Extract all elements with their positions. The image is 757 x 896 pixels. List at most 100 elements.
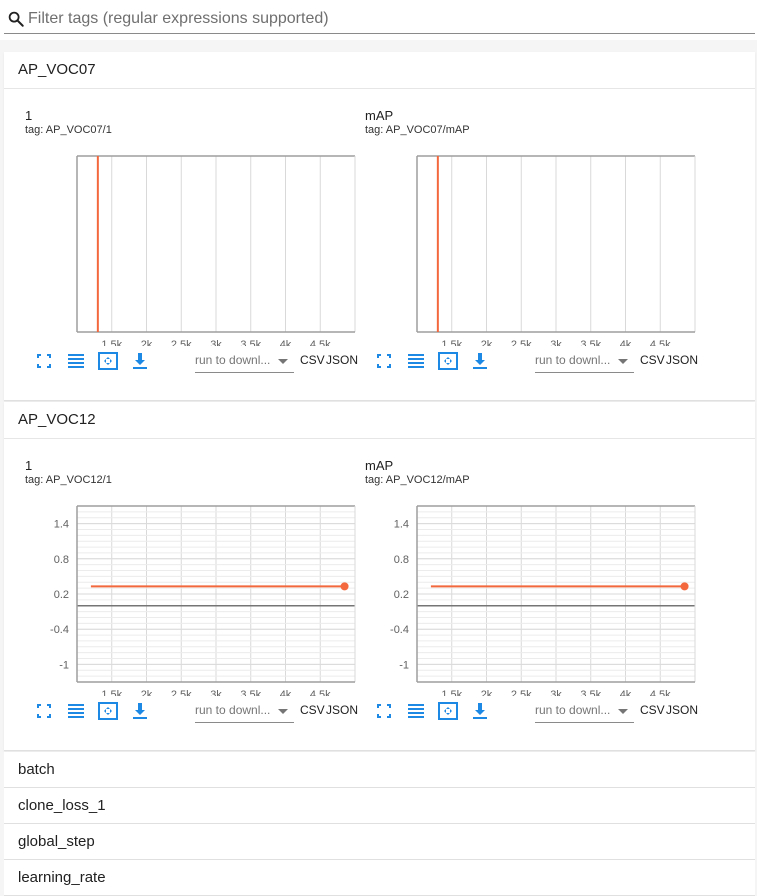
- run-select-label: run to downl...: [195, 353, 271, 367]
- tag-group-clone-loss-1[interactable]: clone_loss_1: [4, 788, 755, 824]
- run-select-label: run to downl...: [535, 353, 611, 367]
- fullscreen-icon[interactable]: [373, 700, 395, 722]
- x-tick-label: 3k: [210, 689, 222, 696]
- run-download-select[interactable]: run to downl...: [195, 352, 294, 373]
- fit-domain-icon[interactable]: [97, 700, 119, 722]
- x-tick-label: 4k: [280, 339, 292, 346]
- json-download-link[interactable]: JSON: [326, 353, 358, 367]
- chevron-down-icon: [278, 709, 288, 714]
- x-tick-label: 3k: [550, 339, 562, 346]
- series-point: [340, 582, 349, 591]
- chart-tag: tag: AP_VOC12/1: [25, 474, 112, 486]
- chart-card: 1 tag: AP_VOC07/1 1.5k 2k 2.5k 3k 3.5k 4k 4.5k…: [25, 108, 365, 378]
- tag-group-global-step[interactable]: global_step: [4, 824, 755, 860]
- csv-download-link[interactable]: CSV: [300, 703, 325, 717]
- download-icon[interactable]: [129, 700, 151, 722]
- tag-group-learning-rate[interactable]: learning_rate: [4, 860, 755, 896]
- csv-download-link[interactable]: CSV: [300, 353, 325, 367]
- x-tick-label: 4.5k: [650, 689, 671, 696]
- filter-field: [4, 6, 755, 34]
- tag-group-label: global_step: [18, 833, 95, 850]
- chart-card: mAP tag: AP_VOC07/mAP 1.5k 2k 2.5k 3k 3.5k 4k…: [365, 108, 705, 378]
- toggle-y-log-icon[interactable]: [65, 350, 87, 372]
- y-tick-label: -1: [59, 659, 69, 671]
- chart-tag: tag: AP_VOC07/1: [25, 124, 112, 136]
- x-tick-label: 4k: [620, 339, 632, 346]
- x-tick-label: 4.5k: [310, 339, 331, 346]
- download-icon[interactable]: [469, 350, 491, 372]
- y-tick-label: 0.2: [394, 589, 409, 601]
- chart-title: mAP: [365, 458, 394, 473]
- series-point: [680, 582, 689, 591]
- chart-tag: tag: AP_VOC12/mAP: [365, 474, 470, 486]
- run-select-label: run to downl...: [195, 703, 271, 717]
- filter-bar: [0, 0, 757, 40]
- json-download-link[interactable]: JSON: [666, 703, 698, 717]
- chart-toolbar: run to downl... CSV JSON: [25, 350, 365, 376]
- line-chart[interactable]: 1.5k 2k 2.5k 3k 3.5k 4k 4.5k: [365, 146, 705, 346]
- x-tick-label: 2.5k: [171, 339, 192, 346]
- x-tick-label: 3k: [550, 689, 562, 696]
- tag-group-label: learning_rate: [18, 869, 106, 886]
- fit-domain-icon[interactable]: [437, 350, 459, 372]
- json-download-link[interactable]: JSON: [666, 353, 698, 367]
- x-tick-label: 1.5k: [101, 339, 122, 346]
- chart-title: 1: [25, 108, 33, 123]
- y-tick-label: 1.4: [54, 519, 69, 531]
- x-tick-label: 1.5k: [441, 339, 462, 346]
- x-tick-label: 3.5k: [580, 339, 601, 346]
- line-chart[interactable]: 1.5k 2k 2.5k 3k 3.5k 4k 4.5k 1.4 0.8 0.2 -0.4 -1: [365, 496, 705, 696]
- y-tick-label: -0.4: [50, 624, 69, 636]
- csv-download-link[interactable]: CSV: [640, 353, 665, 367]
- x-tick-label: 2k: [481, 339, 493, 346]
- run-download-select[interactable]: run to downl...: [535, 352, 634, 373]
- chart-tag: tag: AP_VOC07/mAP: [365, 124, 470, 136]
- filter-tags-input[interactable]: [28, 8, 748, 30]
- x-tick-label: 1.5k: [101, 689, 122, 696]
- chart-toolbar: run to downl... CSV JSON: [365, 350, 705, 376]
- fit-domain-icon[interactable]: [97, 350, 119, 372]
- chevron-down-icon: [618, 359, 628, 364]
- tag-group-header[interactable]: AP_VOC07: [4, 52, 755, 89]
- toggle-y-log-icon[interactable]: [65, 700, 87, 722]
- json-download-link[interactable]: JSON: [326, 703, 358, 717]
- x-tick-label: 4k: [280, 689, 292, 696]
- tag-group-header[interactable]: AP_VOC12: [4, 402, 755, 439]
- x-tick-label: 2k: [141, 339, 153, 346]
- chevron-down-icon: [278, 359, 288, 364]
- x-tick-label: 3k: [210, 339, 222, 346]
- chart-card: 1 tag: AP_VOC12/1 1.5k 2k 2.5k 3k 3.5k 4k 4.5k…: [25, 458, 365, 728]
- tag-group-batch[interactable]: batch: [4, 752, 755, 788]
- fullscreen-icon[interactable]: [373, 350, 395, 372]
- chart-title: mAP: [365, 108, 394, 123]
- download-icon[interactable]: [129, 350, 151, 372]
- y-tick-label: 0.8: [394, 554, 409, 566]
- toggle-y-log-icon[interactable]: [405, 350, 427, 372]
- chevron-down-icon: [618, 709, 628, 714]
- run-download-select[interactable]: run to downl...: [535, 702, 634, 723]
- chart-card: mAP tag: AP_VOC12/mAP 1.5k 2k 2.5k 3k 3.5k 4k…: [365, 458, 705, 728]
- run-download-select[interactable]: run to downl...: [195, 702, 294, 723]
- x-tick-label: 1.5k: [441, 689, 462, 696]
- fullscreen-icon[interactable]: [33, 350, 55, 372]
- x-tick-label: 4.5k: [650, 339, 671, 346]
- line-chart[interactable]: 1.5k 2k 2.5k 3k 3.5k 4k 4.5k: [25, 146, 365, 346]
- x-tick-label: 3.5k: [580, 689, 601, 696]
- y-tick-label: 0.8: [54, 554, 69, 566]
- x-tick-label: 4k: [620, 689, 632, 696]
- tag-group-ap-voc12: AP_VOC12 1 tag: AP_VOC12/1 1.5k 2k 2.5k 3k 3…: [4, 402, 755, 751]
- chart-title: 1: [25, 458, 33, 473]
- x-tick-label: 2.5k: [171, 689, 192, 696]
- x-tick-label: 2.5k: [511, 689, 532, 696]
- fullscreen-icon[interactable]: [33, 700, 55, 722]
- fit-domain-icon[interactable]: [437, 700, 459, 722]
- chart-toolbar: run to downl... CSV JSON: [25, 700, 365, 726]
- tag-group-label: batch: [18, 761, 55, 778]
- line-chart[interactable]: 1.5k 2k 2.5k 3k 3.5k 4k 4.5k 1.4 0.8 0.2 -0.4 -1: [25, 496, 365, 696]
- toggle-y-log-icon[interactable]: [405, 700, 427, 722]
- csv-download-link[interactable]: CSV: [640, 703, 665, 717]
- y-tick-label: 1.4: [394, 519, 409, 531]
- download-icon[interactable]: [469, 700, 491, 722]
- tag-group-ap-voc07: AP_VOC07 1 tag: AP_VOC07/1 1.5k 2k 2.5k 3k 3…: [4, 52, 755, 401]
- search-icon: [8, 11, 24, 27]
